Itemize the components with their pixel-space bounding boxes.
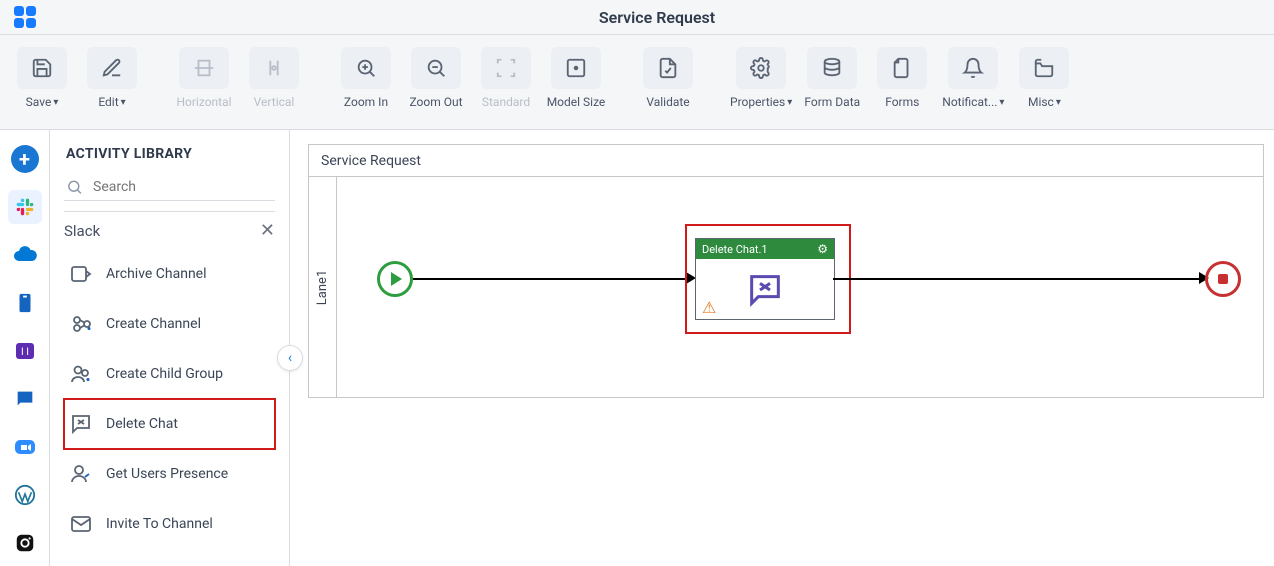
- process-canvas-wrap: Service Request Lane1 Delete Chat.1 ⚙ ⚠: [290, 130, 1274, 566]
- add-integration-button[interactable]: +: [8, 142, 42, 176]
- standard-button: Standard: [476, 47, 536, 109]
- rail-code[interactable]: I I: [8, 334, 42, 368]
- wordpress-icon: [14, 484, 36, 506]
- warning-icon: ⚠: [702, 298, 716, 317]
- apps-grid-icon[interactable]: [10, 2, 40, 32]
- clipboard-icon: [14, 292, 36, 314]
- search-input[interactable]: [91, 178, 273, 196]
- notifications-button[interactable]: Notificat...▾: [942, 47, 1004, 109]
- activity-icon: [68, 311, 94, 337]
- library-item[interactable]: Delete Chat: [64, 399, 275, 449]
- forms-icon: [877, 47, 927, 89]
- rail-instagram[interactable]: [8, 526, 42, 560]
- align-horizontal-icon: [179, 47, 229, 89]
- camera-icon: [14, 532, 36, 554]
- plus-icon: +: [11, 145, 39, 173]
- chevron-down-icon: ▾: [53, 97, 58, 108]
- activity-title: Delete Chat.1: [702, 243, 768, 256]
- vertical-button: Vertical: [244, 47, 304, 109]
- library-item-label: Create Child Group: [106, 366, 223, 382]
- form-data-button[interactable]: Form Data: [802, 47, 862, 109]
- activity-icon: [68, 511, 94, 537]
- library-search[interactable]: [64, 174, 275, 201]
- fit-standard-icon: [481, 47, 531, 89]
- edit-button[interactable]: Edit▾: [82, 47, 142, 109]
- end-node[interactable]: [1205, 261, 1241, 297]
- chevron-down-icon: ▾: [787, 97, 792, 108]
- delete-chat-icon: [743, 270, 787, 310]
- svg-text:I I: I I: [21, 347, 29, 358]
- rail-clipboard[interactable]: [8, 286, 42, 320]
- collapse-panel-button[interactable]: ‹: [277, 345, 303, 371]
- activity-node-delete-chat[interactable]: Delete Chat.1 ⚙ ⚠: [695, 238, 835, 320]
- properties-button[interactable]: Properties▾: [730, 47, 792, 109]
- close-icon[interactable]: ✕: [260, 220, 275, 241]
- edit-icon: [87, 47, 137, 89]
- rail-zoom[interactable]: [8, 430, 42, 464]
- library-item-label: Archive Channel: [106, 266, 207, 282]
- save-button[interactable]: Save▾: [12, 47, 72, 109]
- model-size-button[interactable]: Model Size: [546, 47, 606, 109]
- zoom-in-icon: [341, 47, 391, 89]
- library-section-title: Slack: [64, 222, 100, 240]
- library-item-label: Delete Chat: [106, 416, 178, 432]
- rail-onedrive[interactable]: [8, 238, 42, 272]
- folder-icon: [1019, 47, 1069, 89]
- gear-icon: [736, 47, 786, 89]
- lane-label: Lane1: [309, 177, 337, 397]
- library-item[interactable]: Invite To Channel: [64, 499, 275, 549]
- connector: [833, 278, 1203, 280]
- chevron-down-icon: ▾: [1056, 97, 1061, 108]
- process-canvas[interactable]: Service Request Lane1 Delete Chat.1 ⚙ ⚠: [308, 144, 1264, 398]
- library-item[interactable]: Get Users Presence: [64, 449, 275, 499]
- forms-button[interactable]: Forms: [872, 47, 932, 109]
- start-node[interactable]: [377, 261, 413, 297]
- chevron-down-icon: ▾: [999, 97, 1004, 108]
- zoom-in-button[interactable]: Zoom In: [336, 47, 396, 109]
- library-heading: ACTIVITY LIBRARY: [50, 130, 289, 168]
- library-item[interactable]: Create Child Group: [64, 349, 275, 399]
- activity-icon: [68, 411, 94, 437]
- toolbar: Save▾ Edit▾ Horizontal Vertical: [0, 35, 1274, 130]
- model-size-icon: [551, 47, 601, 89]
- align-vertical-icon: [249, 47, 299, 89]
- cloud-icon: [13, 243, 37, 267]
- page-title: Service Request: [599, 8, 715, 27]
- chevron-left-icon: ‹: [288, 350, 292, 366]
- validate-icon: [643, 47, 693, 89]
- rail-chat[interactable]: [8, 382, 42, 416]
- library-item-label: Get Users Presence: [106, 466, 228, 482]
- activity-icon: [68, 261, 94, 287]
- code-block-icon: I I: [13, 339, 37, 363]
- gear-icon[interactable]: ⚙: [817, 242, 828, 256]
- misc-button[interactable]: Misc▾: [1014, 47, 1074, 109]
- library-item[interactable]: Create Channel: [64, 299, 275, 349]
- database-icon: [807, 47, 857, 89]
- zoom-out-button[interactable]: Zoom Out: [406, 47, 466, 109]
- chevron-down-icon: ▾: [121, 97, 126, 108]
- save-icon: [17, 47, 67, 89]
- process-title: Service Request: [309, 145, 1263, 177]
- activity-icon: [68, 461, 94, 487]
- library-item-label: Create Channel: [106, 316, 201, 332]
- video-icon: [13, 435, 37, 459]
- search-icon: [66, 178, 83, 196]
- rail-wordpress[interactable]: [8, 478, 42, 512]
- chat-icon: [14, 388, 36, 410]
- library-item[interactable]: Archive Channel: [64, 249, 275, 299]
- rail-slack[interactable]: [8, 190, 42, 224]
- library-item-label: Invite To Channel: [106, 516, 213, 532]
- bell-icon: [948, 47, 998, 89]
- horizontal-button: Horizontal: [174, 47, 234, 109]
- activity-library-panel: ACTIVITY LIBRARY Slack ✕ Archive Channel…: [50, 130, 290, 566]
- zoom-out-icon: [411, 47, 461, 89]
- slack-icon: [15, 197, 35, 217]
- integration-rail: + I I: [0, 130, 50, 566]
- activity-icon: [68, 361, 94, 387]
- validate-button[interactable]: Validate: [638, 47, 698, 109]
- connector: [413, 278, 688, 280]
